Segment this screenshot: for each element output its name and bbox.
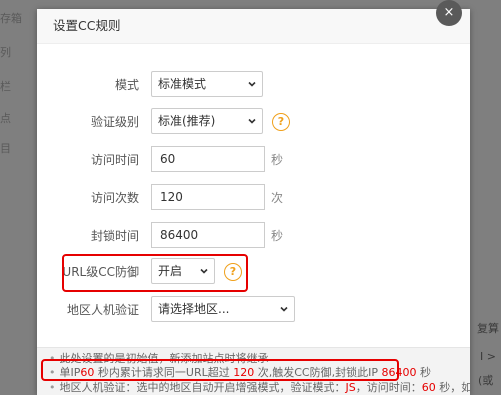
mode-row: 模式 标准模式 (37, 71, 470, 99)
chevron-down-icon (280, 306, 288, 312)
dialog-title: 设置CC规则 (37, 9, 470, 44)
help-icon[interactable]: ? (224, 263, 242, 281)
visit-time-unit: 秒 (271, 153, 284, 167)
visit-count-label: 访问次数 (90, 191, 139, 205)
bg-text: 复算 (477, 322, 499, 335)
url-cc-row: URL级CC防御 开启 ? (37, 258, 470, 286)
visit-count-unit: 次 (271, 191, 284, 205)
verify-level-row: 验证级别 标准(推荐) ? (37, 108, 470, 136)
region-select-value: 请选择地区... (158, 302, 230, 316)
url-cc-select[interactable]: 开启 (151, 258, 215, 284)
visit-time-input[interactable]: 60 (151, 146, 265, 172)
chevron-down-icon (200, 268, 208, 274)
mode-value: 标准模式 (158, 77, 207, 91)
bg-text: 目 (0, 142, 11, 155)
bg-text: 列 (0, 46, 11, 59)
block-time-unit: 秒 (271, 229, 284, 243)
verify-level-select[interactable]: 标准(推荐) (151, 108, 263, 134)
mode-select[interactable]: 标准模式 (151, 71, 263, 97)
note-line: • 单IP60 秒内累计请求同一URL超过 120 次,触发CC防御,封锁此IP … (49, 366, 431, 379)
cc-rule-dialog: 设置CC规则 模式 标准模式 验证级别 标准(推荐) ? 访问时间 60 秒 访… (37, 9, 470, 395)
block-time-row: 封锁时间 86400 秒 (37, 222, 470, 250)
note-line: • 地区人机验证：选中的地区自动开启增强模式，验证模式：JS，访问时间：60 秒，… (49, 381, 470, 394)
chevron-down-icon (248, 81, 256, 87)
visit-count-input[interactable]: 120 (151, 184, 265, 210)
chevron-down-icon (248, 118, 256, 124)
bg-text: I > (480, 350, 496, 363)
notes-panel: • 此处设置的是初始值，新添加站点时将继承 • 单IP60 秒内累计请求同一URL超… (37, 347, 470, 395)
region-verify-row: 地区人机验证 请选择地区... (37, 296, 470, 324)
block-time-input[interactable]: 86400 (151, 222, 265, 248)
bg-text: (或 (478, 374, 494, 387)
block-time-label: 封锁时间 (90, 229, 139, 243)
verify-level-label: 验证级别 (90, 115, 139, 129)
bg-text: 点 (0, 112, 11, 125)
visit-count-row: 访问次数 120 次 (37, 184, 470, 212)
bg-text: 栏 (0, 80, 11, 93)
close-icon[interactable]: × (436, 0, 462, 26)
visit-time-row: 访问时间 60 秒 (37, 146, 470, 174)
url-cc-label: URL级CC防御 (62, 265, 139, 279)
url-cc-value: 开启 (158, 264, 183, 278)
region-verify-label: 地区人机验证 (66, 303, 139, 317)
visit-time-label: 访问时间 (90, 153, 139, 167)
verify-level-value: 标准(推荐) (158, 114, 216, 128)
bg-text: 存箱 (0, 12, 22, 25)
help-icon[interactable]: ? (272, 113, 290, 131)
region-select[interactable]: 请选择地区... (151, 296, 295, 322)
mode-label: 模式 (114, 78, 139, 92)
